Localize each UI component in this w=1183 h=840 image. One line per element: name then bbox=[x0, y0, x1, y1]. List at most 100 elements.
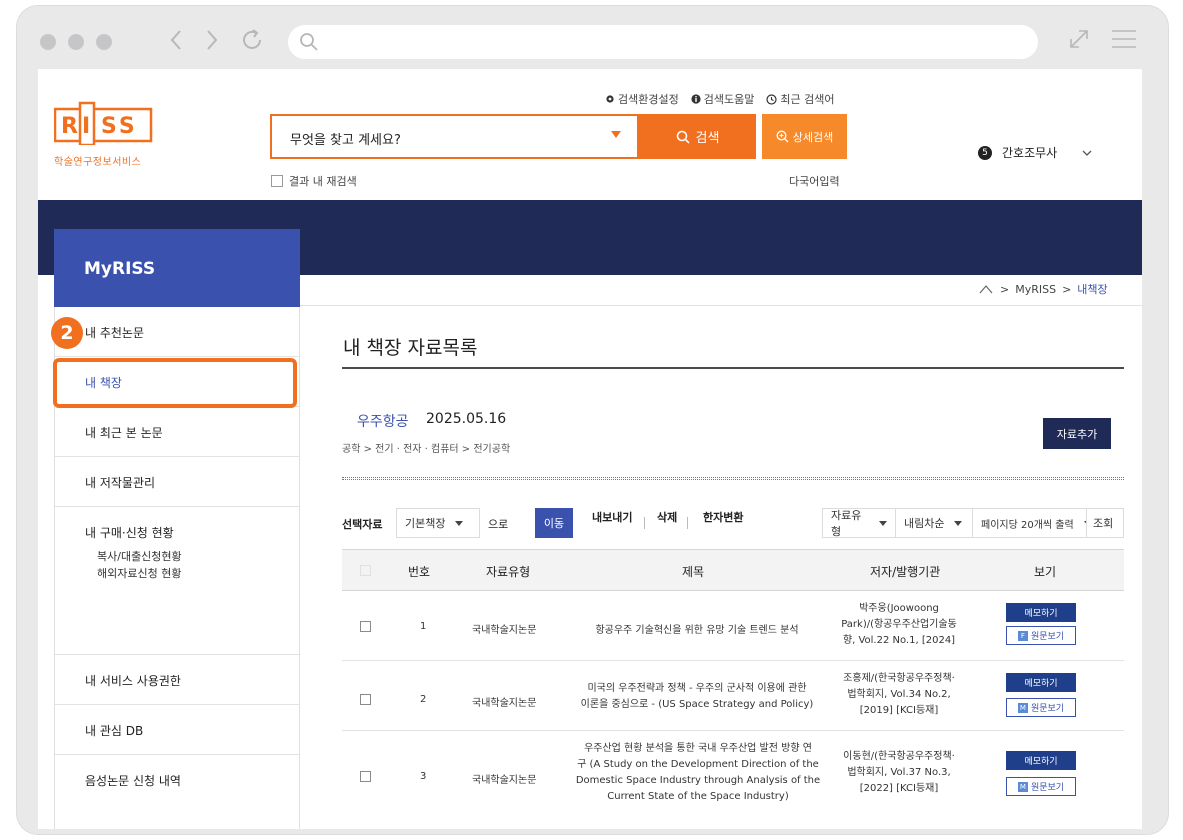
myriss-title: MyRISS bbox=[54, 229, 300, 307]
sidebar-item-label[interactable]: 내 구매·신청 현황 bbox=[85, 524, 299, 541]
row-author-line: [2022] [KCI등재] bbox=[859, 783, 939, 794]
sidebar-item-interest-db[interactable]: 내 관심 DB bbox=[55, 705, 299, 755]
sidebar-item-label: 내 최근 본 논문 bbox=[85, 426, 163, 440]
chevron-down-icon[interactable] bbox=[1081, 149, 1093, 157]
header-title: 제목 bbox=[682, 565, 705, 579]
window-dot[interactable] bbox=[96, 34, 112, 50]
row-author-line: 조홍제/(한국항공우주정책· bbox=[843, 673, 955, 684]
logo-caption: 학술연구정보서비스 bbox=[54, 157, 142, 168]
window-dot[interactable] bbox=[40, 34, 56, 50]
row-author-line: Park)/(항공우주산업기술동 bbox=[841, 619, 957, 630]
search-input[interactable]: 무엇을 찾고 계세요? bbox=[270, 114, 639, 159]
divider bbox=[342, 477, 1124, 480]
shelf-name[interactable]: 우주항공 bbox=[357, 411, 409, 431]
row-author-line: 박주웅(Joowoong bbox=[859, 603, 939, 614]
recent-search-link[interactable]: 최근 검색어 bbox=[766, 91, 834, 107]
svg-text:I: I bbox=[82, 114, 90, 139]
info-icon bbox=[691, 94, 701, 104]
per-page-select-value: 페이지당 20개씩 출력 bbox=[981, 519, 1074, 531]
detail-search-button[interactable]: 상세검색 bbox=[762, 114, 847, 159]
type-select-value: 자료유형 bbox=[831, 509, 862, 538]
back-icon[interactable] bbox=[169, 28, 183, 52]
recent-search-label: 최근 검색어 bbox=[780, 93, 835, 106]
result-search-checkbox[interactable] bbox=[271, 175, 283, 187]
row-number: 2 bbox=[420, 694, 427, 705]
row-title[interactable]: 미국의 우주전략과 정책 - 우주의 군사적 이용에 관한 이론을 중심으로 -… bbox=[572, 681, 822, 713]
fulltext-button[interactable]: M 원문보기 bbox=[1006, 698, 1076, 717]
table-row: 3 국내학술지논문 우주산업 현황 분석을 통한 국내 우주산업 발전 방향 연… bbox=[342, 731, 1124, 817]
memo-button[interactable]: 메모하기 bbox=[1006, 751, 1076, 770]
search-help-label: 검색도움말 bbox=[703, 93, 755, 106]
breadcrumb-sep: > bbox=[1000, 282, 1010, 296]
chevron-down-icon bbox=[455, 520, 464, 526]
header-author: 저자/발행기관 bbox=[870, 565, 941, 579]
multi-lang-link[interactable]: 다국어입력 bbox=[789, 173, 840, 189]
add-item-button[interactable]: 자료추가 bbox=[1043, 418, 1111, 449]
chevron-down-icon bbox=[954, 520, 963, 526]
chevron-down-icon bbox=[879, 520, 887, 526]
search-settings-link[interactable]: 검색환경설정 bbox=[605, 91, 679, 107]
list-toolbar: 선택자료 기본책장 으로 이동 내보내기 삭제 한자변환 자료유형 내림차순 페… bbox=[342, 508, 1124, 538]
fulltext-label: 원문보기 bbox=[1030, 783, 1065, 793]
header-type: 자료유형 bbox=[486, 565, 531, 579]
chevron-down-icon[interactable] bbox=[611, 131, 621, 138]
sort-select[interactable]: 내림차순 bbox=[895, 508, 973, 538]
hanja-convert-button[interactable]: 한자변환 bbox=[703, 509, 743, 525]
move-button[interactable]: 이동 bbox=[535, 508, 573, 538]
divider bbox=[687, 517, 688, 529]
top-links: 검색환경설정 검색도움말 최근 검색어 bbox=[605, 91, 834, 107]
row-author: 조홍제/(한국항공우주정책· 법학회지, Vol.34 No.2, [2019]… bbox=[824, 671, 974, 719]
expand-icon[interactable] bbox=[1066, 26, 1092, 52]
reload-icon[interactable] bbox=[240, 27, 266, 53]
home-icon[interactable] bbox=[978, 283, 994, 295]
url-bar[interactable] bbox=[288, 25, 1038, 59]
search-help-link[interactable]: 검색도움말 bbox=[691, 91, 755, 107]
export-button[interactable]: 내보내기 bbox=[592, 509, 632, 525]
search-button[interactable]: 검색 bbox=[639, 114, 756, 159]
sidebar-item-label: 음성논문 신청 내역 bbox=[85, 774, 181, 788]
sidebar-item-audio[interactable]: 음성논문 신청 내역 bbox=[55, 755, 299, 805]
row-title-line: 구 (A Study on the Development Direction … bbox=[577, 759, 819, 770]
row-type: 국내학술지논문 bbox=[472, 625, 537, 636]
sidebar-subitem-overseas[interactable]: 해외자료신청 현황 bbox=[85, 565, 299, 582]
select-all-checkbox[interactable] bbox=[360, 565, 371, 576]
sidebar-subitem-copy-loan[interactable]: 복사/대출신청현황 bbox=[85, 548, 299, 565]
riss-logo-mark: R I SS bbox=[53, 101, 153, 147]
row-author-line: 법학회지, Vol.34 No.2, bbox=[847, 689, 951, 700]
shelf-category: 공학 > 전기 · 전자 · 컴퓨터 > 전기공학 bbox=[342, 444, 511, 455]
sidebar-item-works[interactable]: 내 저작물관리 bbox=[55, 457, 299, 507]
shelf-select[interactable]: 기본책장 bbox=[396, 508, 480, 538]
query-button[interactable]: 조회 bbox=[1086, 508, 1124, 538]
memo-button[interactable]: 메모하기 bbox=[1006, 603, 1076, 622]
search-icon bbox=[676, 130, 690, 144]
row-title[interactable]: 우주산업 현황 분석을 통한 국내 우주산업 발전 방향 연 구 (A Stud… bbox=[572, 741, 824, 805]
memo-button[interactable]: 메모하기 bbox=[1006, 673, 1076, 692]
result-search-option[interactable]: 결과 내 재검색 bbox=[271, 173, 357, 189]
breadcrumb-myriss[interactable]: MyRISS bbox=[1015, 283, 1056, 296]
sidebar-item-recommended[interactable]: 내 추천논문 bbox=[55, 307, 299, 357]
divider bbox=[300, 305, 1142, 306]
zoom-in-icon bbox=[776, 130, 789, 143]
file-icon: F bbox=[1017, 630, 1028, 641]
row-checkbox[interactable] bbox=[360, 771, 371, 782]
menu-icon[interactable] bbox=[1110, 28, 1138, 50]
delete-button[interactable]: 삭제 bbox=[657, 509, 677, 525]
fulltext-button[interactable]: F 원문보기 bbox=[1006, 626, 1076, 645]
shelf-date: 2025.05.16 bbox=[426, 411, 507, 427]
row-checkbox[interactable] bbox=[360, 694, 371, 705]
row-checkbox[interactable] bbox=[360, 621, 371, 632]
riss-logo[interactable]: R I SS 학술연구정보서비스 bbox=[53, 101, 174, 168]
fulltext-button[interactable]: M 원문보기 bbox=[1006, 777, 1076, 796]
row-title[interactable]: 항공우주 기술혁신을 위한 유망 기술 트렌드 분석 bbox=[572, 621, 822, 636]
search-placeholder: 무엇을 찾고 계세요? bbox=[290, 133, 401, 148]
row-title-line: 항공우주 기술혁신을 위한 유망 기술 트렌드 분석 bbox=[595, 625, 799, 636]
breadcrumb-sep: > bbox=[1062, 282, 1072, 296]
type-select[interactable]: 자료유형 bbox=[822, 508, 896, 538]
window-dot[interactable] bbox=[68, 34, 84, 50]
user-menu[interactable]: 5 간호조무사 bbox=[978, 144, 1093, 161]
forward-icon[interactable] bbox=[205, 28, 219, 52]
sidebar-item-recent[interactable]: 내 최근 본 논문 bbox=[55, 407, 299, 457]
sidebar-item-service-rights[interactable]: 내 서비스 사용권한 bbox=[55, 655, 299, 705]
row-number: 3 bbox=[420, 771, 427, 782]
row-title-line: 미국의 우주전략과 정책 - 우주의 군사적 이용에 관한 bbox=[587, 683, 807, 694]
